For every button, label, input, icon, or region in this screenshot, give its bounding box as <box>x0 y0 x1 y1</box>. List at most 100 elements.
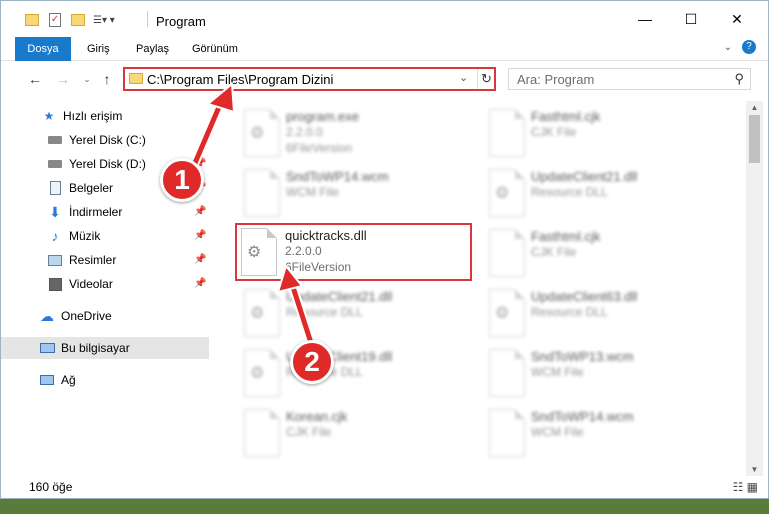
file-item-highlighted[interactable]: ⚙ quicktracks.dll 2.2.0.0 6FileVersion <box>235 223 472 281</box>
pictures-icon <box>47 252 63 268</box>
gear-icon: ⚙ <box>495 305 510 322</box>
file-detail: CJK File <box>286 425 332 439</box>
new-folder-icon[interactable] <box>71 14 85 26</box>
nav-label: Resimler <box>69 253 117 267</box>
step-2-badge: 2 <box>290 340 334 384</box>
pin-icon[interactable]: 📌 <box>194 206 206 217</box>
refresh-icon[interactable]: ↻ <box>477 69 495 89</box>
tab-home[interactable]: Giriş <box>79 37 118 61</box>
folder-icon[interactable] <box>25 14 39 26</box>
step-1-badge: 1 <box>160 158 204 202</box>
nav-item-quick-access[interactable]: ★ Hızlı erişim <box>1 105 209 127</box>
file-name: Korean.cjk <box>286 409 348 424</box>
file-detail: CJK File <box>531 125 577 139</box>
file-icon <box>489 229 525 277</box>
back-arrow-icon[interactable]: ← <box>25 69 45 89</box>
file-item[interactable]: ⚙ UpdateClient21.dll Resource DLL <box>481 165 721 225</box>
file-detail: Resource DLL <box>531 305 608 319</box>
network-icon <box>39 372 55 388</box>
nav-item-network[interactable]: Ağ <box>1 369 209 391</box>
scrollbar-thumb[interactable] <box>749 115 760 163</box>
file-detail: Resource DLL <box>531 185 608 199</box>
recent-locations-icon[interactable]: ⌄ <box>77 69 97 89</box>
vertical-scrollbar[interactable]: ▲ ▼ <box>746 101 763 476</box>
view-toggle-icons[interactable]: ☷ ▦ <box>733 480 758 494</box>
scroll-down-icon[interactable]: ▼ <box>746 465 763 474</box>
nav-item-pictures[interactable]: Resimler 📌 <box>1 249 209 271</box>
nav-item-videos[interactable]: Videolar 📌 <box>1 273 209 295</box>
cloud-icon: ☁ <box>40 307 54 324</box>
file-detail: WCM File <box>531 365 584 379</box>
close-button[interactable]: ✕ <box>714 1 760 37</box>
ribbon-tabs: Dosya Giriş Paylaş Görünüm ⌄ ? <box>1 37 768 97</box>
nav-label: Videolar <box>69 277 113 291</box>
window-title: Program <box>156 14 206 29</box>
drive-icon <box>47 156 63 172</box>
scroll-up-icon[interactable]: ▲ <box>746 103 763 112</box>
star-icon: ★ <box>43 109 55 123</box>
gear-icon: ⚙ <box>495 185 510 202</box>
forward-arrow-icon[interactable]: → <box>53 69 73 89</box>
nav-item-music[interactable]: ♪ Müzik 📌 <box>1 225 209 247</box>
gear-icon: ⚙ <box>250 365 265 382</box>
file-detail: 6FileVersion <box>285 260 352 274</box>
file-name: UpdateClient21.dll <box>286 289 393 304</box>
file-detail: Resource DLL <box>286 305 363 319</box>
file-item[interactable]: SndToWP13.wcm WCM File <box>481 345 721 405</box>
file-item[interactable]: ⚙ UpdateClient21.dll Resource DLL <box>236 285 476 345</box>
gear-icon: ⚙ <box>250 125 265 142</box>
nav-item-onedrive[interactable]: ☁ OneDrive <box>1 305 209 327</box>
address-bar[interactable]: C:\Program Files\Program Dizini ⌄ ↻ <box>123 67 496 91</box>
file-detail: WCM File <box>531 425 584 439</box>
nav-item-downloads[interactable]: ⬇ İndirmeler 📌 <box>1 201 209 223</box>
file-icon <box>244 169 280 217</box>
tab-share[interactable]: Paylaş <box>128 37 177 61</box>
file-name: quicktracks.dll <box>285 228 367 243</box>
file-item[interactable]: ⚙ UpdateClient19.dll Resource DLL <box>236 345 476 405</box>
file-detail: CJK File <box>531 245 577 259</box>
tab-view[interactable]: Görünüm <box>184 37 246 61</box>
music-icon: ♪ <box>51 228 59 244</box>
item-count: 160 öğe <box>29 480 73 494</box>
file-item[interactable]: Fasthtml.cjk CJK File <box>481 105 721 165</box>
properties-icon[interactable]: ✓ <box>49 13 61 27</box>
file-name: Fasthtml.cjk <box>531 229 601 244</box>
file-item[interactable]: Korean.cjk CJK File <box>236 405 476 465</box>
nav-label: İndirmeler <box>69 205 123 219</box>
search-box[interactable]: Ara: Program ⚲ <box>508 68 751 90</box>
file-item[interactable]: ⚙ program.exe 2.2.0.0 6FileVersion <box>236 105 476 165</box>
documents-icon <box>47 180 63 196</box>
status-bar: 160 öğe ☷ ▦ <box>1 476 768 498</box>
file-detail: 6FileVersion <box>286 141 353 155</box>
folder-icon <box>129 73 143 84</box>
file-name: SndToWP14.wcm <box>531 409 634 424</box>
maximize-button[interactable]: ☐ <box>668 1 714 37</box>
nav-label: Yerel Disk (C:) <box>69 133 146 147</box>
nav-item-this-pc[interactable]: Bu bilgisayar <box>1 337 209 359</box>
customize-qa-icon[interactable]: ☰▾ ▾ <box>93 15 115 26</box>
help-icon[interactable]: ? <box>742 40 756 54</box>
minimize-button[interactable]: — <box>622 1 668 37</box>
nav-label: Yerel Disk (D:) <box>69 157 146 171</box>
file-item[interactable]: Fasthtml.cjk CJK File <box>481 225 721 285</box>
gear-icon: ⚙ <box>250 305 265 322</box>
search-placeholder[interactable]: Ara: Program <box>517 72 594 87</box>
chevron-down-icon[interactable]: ⌄ <box>459 71 468 84</box>
up-arrow-icon[interactable]: ↑ <box>97 69 117 89</box>
ribbon-expand-icon[interactable]: ⌄ <box>724 42 732 53</box>
pin-icon[interactable]: 📌 <box>194 278 206 289</box>
nav-item-disk-c[interactable]: Yerel Disk (C:) <box>1 129 209 151</box>
pin-icon[interactable]: 📌 <box>194 230 206 241</box>
nav-label: Hızlı erişim <box>63 109 123 123</box>
file-list: ⚙ program.exe 2.2.0.0 6FileVersion Fasth… <box>214 101 744 476</box>
pin-icon[interactable]: 📌 <box>194 254 206 265</box>
file-item[interactable]: SndToWP14.wcm WCM File <box>236 165 476 225</box>
title-divider <box>147 11 148 27</box>
file-item[interactable]: SndToWP14.wcm WCM File <box>481 405 721 465</box>
file-item[interactable]: ⚙ UpdateClient63.dll Resource DLL <box>481 285 721 345</box>
file-detail: WCM File <box>286 185 339 199</box>
file-name: UpdateClient63.dll <box>531 289 638 304</box>
search-icon[interactable]: ⚲ <box>734 71 744 87</box>
address-path[interactable]: C:\Program Files\Program Dizini <box>147 72 333 87</box>
file-name: program.exe <box>286 109 359 124</box>
